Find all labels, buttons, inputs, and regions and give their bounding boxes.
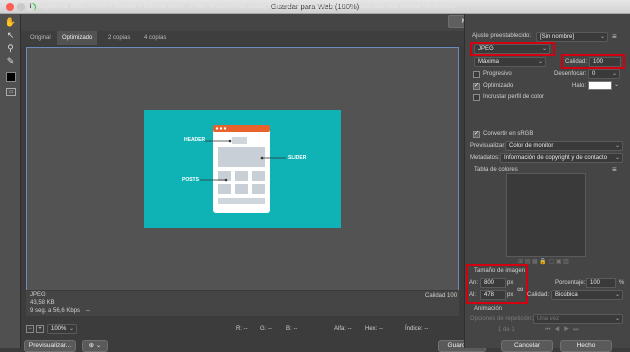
resample-label: Calidad: (527, 292, 550, 298)
toggle-slices-icon[interactable]: ▭ (6, 88, 16, 96)
eyedropper-color-swatch[interactable] (6, 72, 16, 82)
width-input[interactable]: 800 (480, 278, 506, 288)
tab-4-up[interactable]: 4 copias (139, 31, 171, 45)
embed-color-profile-label: Incrustar perfil de color (483, 94, 545, 100)
preview-label: Previsualizar: (470, 143, 507, 149)
matte-label: Halo: (572, 83, 587, 89)
hand-tool-icon[interactable]: ✋ (4, 17, 17, 28)
frame-counter: 1 de 1 (498, 327, 515, 333)
readout-r: R: -- (236, 326, 248, 332)
preview-button[interactable]: Previsualizar... (24, 340, 76, 352)
optimized-label: Optimizado (483, 83, 514, 89)
header-callout: HEADER (184, 137, 206, 143)
metadata-select[interactable]: Información de copyright y de contacto ⌄ (500, 153, 623, 163)
matte-color-swatch[interactable] (588, 81, 612, 90)
zoom-tool-icon[interactable]: ⚲ (4, 43, 17, 54)
animation-controls-icon[interactable]: ⏮◀▶⏭ (545, 327, 583, 334)
preset-menu-icon[interactable]: ≡ (612, 32, 617, 41)
slice-select-tool-icon[interactable]: ↖ (4, 30, 17, 41)
status-format: JPEG (30, 292, 46, 298)
blur-label: Desenfocar: (554, 71, 587, 77)
progressive-label: Progresivo (483, 71, 512, 77)
loop-label: Opciones de repetición: (470, 316, 534, 322)
tools-panel: ✋ ↖ ⚲ ✎ ▭ (0, 14, 21, 348)
width-label: An: (469, 280, 479, 286)
readout-index: Índice: -- (405, 326, 429, 332)
tab-optimized[interactable]: Optimizado (57, 31, 98, 45)
readout-hex: Hex: -- (365, 326, 383, 332)
view-tabs: Original Optimizado 2 copias 4 copias (21, 31, 464, 45)
optimized-checkbox[interactable]: ✓ (473, 83, 480, 90)
progressive-checkbox[interactable] (473, 71, 480, 78)
constrain-proportions-icon[interactable]: ∞ (517, 284, 523, 294)
convert-srgb-label: Convertir en sRGB (483, 131, 534, 137)
quality-highlight (561, 54, 625, 69)
posts-callout: POSTS (182, 177, 199, 183)
format-highlight (470, 42, 555, 56)
readout-b: B: -- (286, 326, 298, 332)
zoom-in-icon[interactable]: + (36, 325, 44, 333)
metadata-label: Metadatos: (470, 155, 500, 161)
browser-preview-icon[interactable]: ⊕ ⌄ (82, 340, 108, 352)
eyedropper-tool-icon[interactable]: ✎ (4, 56, 17, 67)
hint-text: Sugerencia: utilice Archivo > Exportar >… (37, 4, 456, 10)
color-table-menu-icon[interactable]: ≡ (612, 165, 617, 174)
tab-2-up[interactable]: 2 copias (103, 31, 135, 45)
embed-color-profile-checkbox[interactable] (473, 94, 480, 101)
zoom-out-icon[interactable]: − (26, 325, 34, 333)
readout-g: G: -- (260, 326, 272, 332)
hint-bar (21, 14, 464, 31)
preview-select[interactable]: Color de monitor ⌄ (505, 141, 623, 151)
blur-input[interactable]: 0 ⌄ (588, 69, 620, 79)
height-label: Al: (469, 292, 477, 298)
download-speed-menu-icon[interactable]: ⇔ (85, 308, 91, 314)
convert-srgb-checkbox[interactable]: ✓ (473, 131, 480, 138)
percent-input[interactable]: 100 (586, 278, 616, 288)
percent-unit: % (619, 280, 625, 286)
resample-select[interactable]: Bicúbica ⌄ (551, 290, 623, 300)
preset-select[interactable]: [Sin nombre] ⌄ (536, 32, 608, 42)
zoom-level-select[interactable]: 100% ⌄ (47, 324, 77, 334)
status-size: 43,58 KB (30, 300, 55, 306)
readout-alpha: Alfa: -- (334, 326, 352, 332)
done-button[interactable]: Hecho (560, 340, 612, 352)
status-quality: Calidad 100 (425, 293, 458, 299)
preview-image: HEADER SLIDER POSTS (144, 110, 341, 228)
animation-label: Animación (474, 306, 503, 312)
cancel-button[interactable]: Cancelar (501, 340, 553, 352)
info-icon: i (26, 3, 35, 12)
compression-quality-select[interactable]: Máxima ⌄ (474, 57, 546, 67)
height-unit: px (507, 292, 514, 298)
color-table[interactable] (506, 173, 586, 257)
height-input[interactable]: 478 (480, 290, 506, 300)
tab-original[interactable]: Original (25, 31, 56, 45)
slider-callout: SLIDER (288, 155, 307, 161)
status-time: 9 seg. a 56,6 Kbps (30, 308, 81, 314)
image-size-label: Tamaño de imagen (474, 268, 526, 274)
percent-label: Porcentaje: (555, 280, 586, 286)
loop-select[interactable]: Una vez ⌄ (533, 314, 623, 324)
preset-label: Ajuste preestablecido: (472, 33, 532, 39)
width-unit: px (507, 280, 514, 286)
matte-dropdown-icon[interactable]: ⌄ (614, 81, 619, 88)
